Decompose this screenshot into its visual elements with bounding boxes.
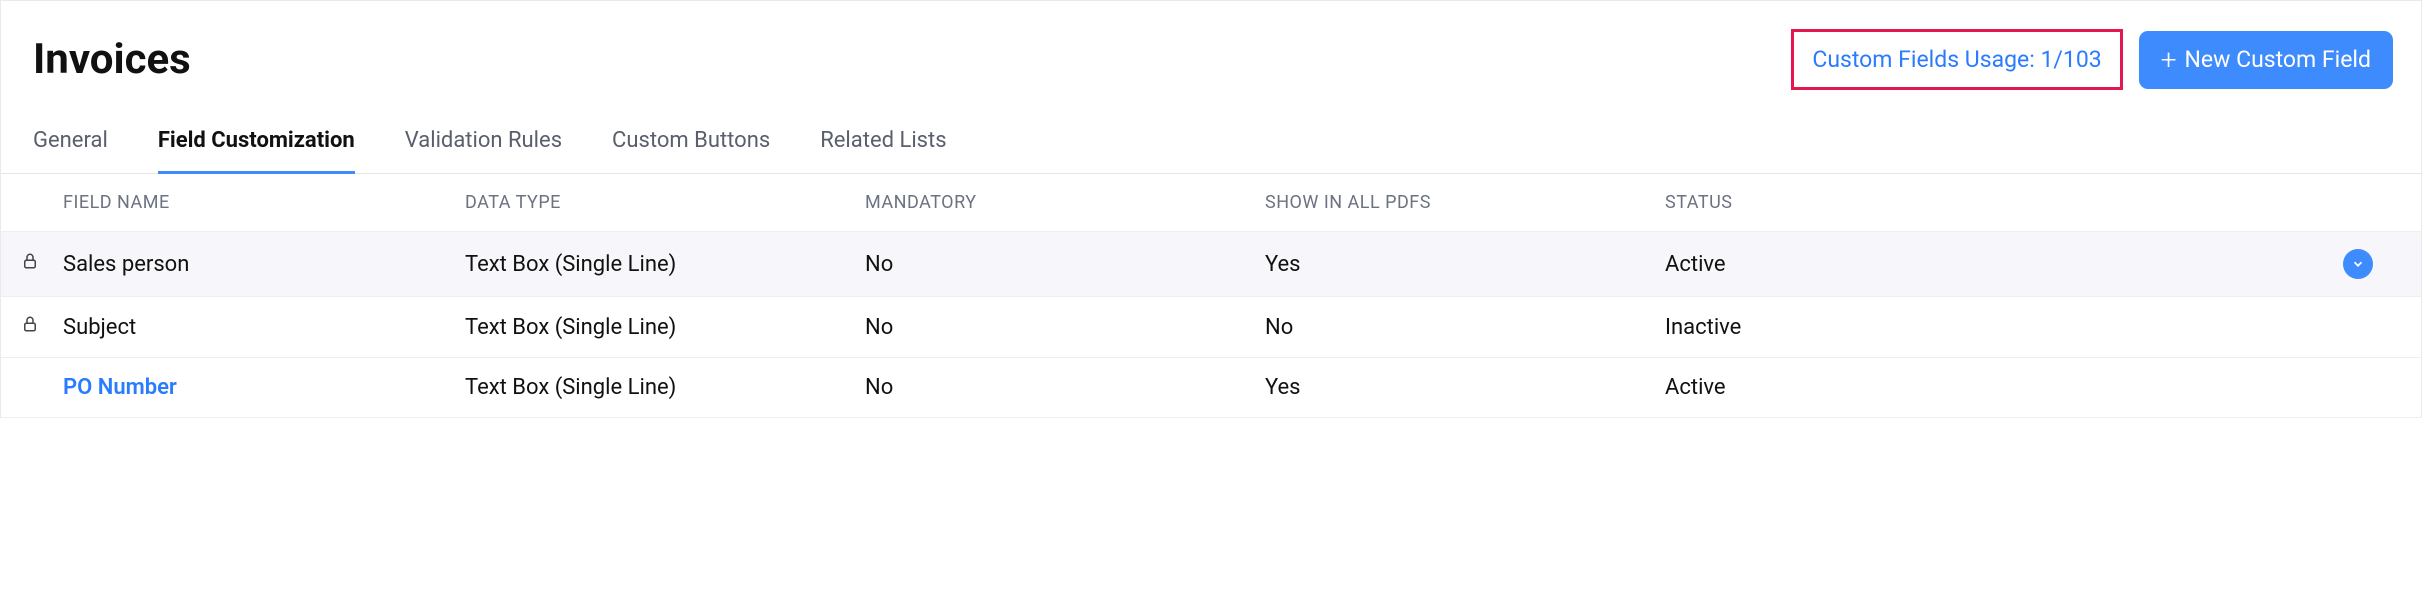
show-in-pdfs-cell: Yes [1265,252,1665,277]
plus-icon: + [2161,46,2177,74]
tab-field-customization[interactable]: Field Customization [158,118,355,173]
mandatory-cell: No [865,315,1265,340]
table-row[interactable]: SubjectText Box (Single Line)NoNoInactiv… [1,297,2421,358]
new-custom-field-button[interactable]: + New Custom Field [2139,31,2393,89]
data-type-cell: Text Box (Single Line) [465,315,865,340]
status-cell: Inactive [1665,315,2301,340]
tab-general[interactable]: General [33,118,108,173]
data-type-cell: Text Box (Single Line) [465,252,865,277]
table-row[interactable]: PO Number Text Box (Single Line)NoYesActi… [1,358,2421,418]
mandatory-cell: No [865,375,1265,400]
mandatory-cell: No [865,252,1265,277]
field-name-cell: Sales person [63,252,189,277]
lock-icon [21,251,39,277]
tab-validation-rules[interactable]: Validation Rules [405,118,562,173]
chevron-down-icon [2351,252,2365,277]
col-header-data-type: DATA TYPE [465,192,865,213]
col-header-mandatory: MANDATORY [865,192,1265,213]
field-name-cell[interactable]: PO Number [63,375,177,400]
data-type-cell: Text Box (Single Line) [465,375,865,400]
col-header-show-in-pdfs: SHOW IN ALL PDFS [1265,192,1665,213]
status-cell: Active [1665,375,2301,400]
show-in-pdfs-cell: Yes [1265,375,1665,400]
custom-fields-usage-link[interactable]: Custom Fields Usage: 1/103 [1791,29,2122,90]
show-in-pdfs-cell: No [1265,315,1665,340]
col-header-field-name: FIELD NAME [63,192,465,213]
row-actions-dropdown[interactable] [2343,249,2373,279]
new-custom-field-label: New Custom Field [2185,46,2371,73]
table-row[interactable]: Sales person Text Box (Single Line)NoYesA… [1,232,2421,297]
tab-custom-buttons[interactable]: Custom Buttons [612,118,770,173]
col-header-status: STATUS [1665,192,2301,213]
status-cell: Active [1665,252,2301,277]
tab-related-lists[interactable]: Related Lists [820,118,946,173]
page-title: Invoices [33,35,191,84]
lock-icon [21,314,39,340]
field-name-cell: Subject [63,315,136,340]
